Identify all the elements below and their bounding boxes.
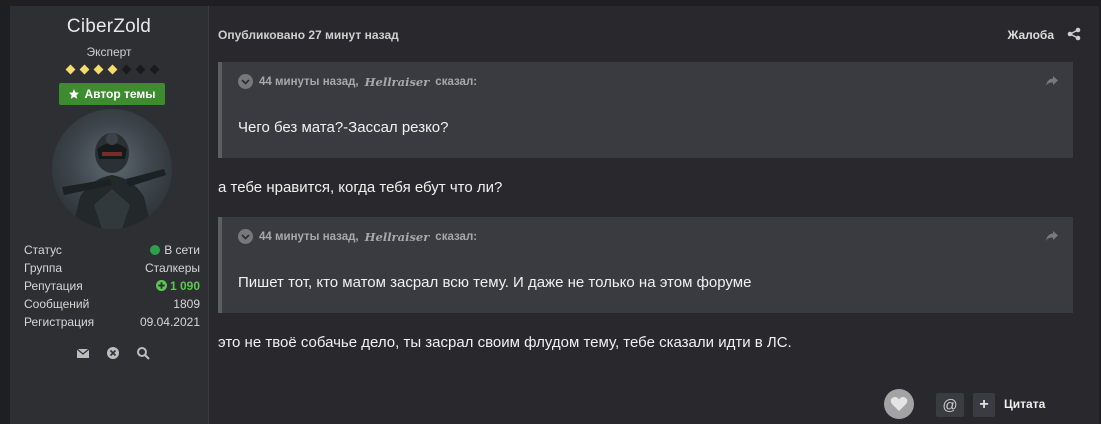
stat-label: Статус	[24, 243, 62, 257]
rank-pip	[107, 64, 118, 75]
multiquote-button[interactable]: +	[973, 393, 995, 417]
quote-share-icon[interactable]	[1045, 229, 1059, 241]
report-link[interactable]: Жалоба	[1007, 28, 1054, 42]
stat-registered: Регистрация 09.04.2021	[24, 313, 200, 331]
rank-pip	[93, 64, 104, 75]
topic-author-badge: Автор темы	[59, 83, 165, 105]
quote-text: Чего без мата?-Зассал резко?	[238, 119, 449, 136]
author-panel: CiberZold Эксперт Автор темы Статус В се…	[10, 6, 209, 424]
stat-posts: Сообщений 1809	[24, 295, 200, 313]
quote-share-icon[interactable]	[1045, 74, 1059, 86]
quote-block: 44 минуты назад, Hellraiser сказал: Чего…	[218, 62, 1073, 158]
quote-author[interactable]: Hellraiser	[365, 75, 430, 89]
reply-text: это не твоё собачье дело, ты засрал свои…	[218, 334, 792, 351]
author-actions	[74, 346, 154, 362]
stat-label: Репутация	[24, 279, 83, 293]
stat-group: Группа Сталкеры	[24, 259, 200, 277]
rank-pips	[65, 64, 165, 76]
quote-button[interactable]: Цитата	[1004, 397, 1045, 411]
online-dot-icon	[150, 245, 161, 255]
like-button[interactable]	[884, 389, 914, 419]
plus-circle-icon	[155, 280, 167, 291]
stat-label: Группа	[24, 261, 63, 275]
avatar[interactable]	[52, 109, 172, 229]
star-icon	[69, 89, 80, 99]
stat-label: Сообщений	[24, 297, 90, 311]
rank-pip	[79, 64, 90, 75]
mention-button[interactable]: @	[936, 393, 964, 417]
quote-said: сказал:	[435, 230, 478, 243]
block-icon[interactable]	[106, 346, 122, 362]
post-content: Опубликовано 27 минут назад Жалоба 44 ми…	[209, 6, 1099, 424]
author-rank: Эксперт	[86, 45, 132, 59]
quote-time: 44 минуты назад,	[259, 230, 359, 243]
stat-value: 09.04.2021	[139, 315, 200, 329]
forum-post: CiberZold Эксперт Автор темы Статус В се…	[10, 6, 1099, 424]
badge-label: Автор темы	[84, 87, 156, 101]
quote-header[interactable]: 44 минуты назад, Hellraiser сказал:	[238, 229, 477, 244]
quote-block: 44 минуты назад, Hellraiser сказал: Пише…	[218, 217, 1073, 313]
stat-label: Регистрация	[24, 315, 95, 329]
quote-author[interactable]: Hellraiser	[365, 230, 430, 244]
quote-header[interactable]: 44 минуты назад, Hellraiser сказал:	[238, 74, 477, 89]
search-icon[interactable]	[136, 346, 152, 362]
quote-time: 44 минуты назад,	[259, 75, 359, 88]
stat-reputation: Репутация 1 090	[24, 277, 200, 295]
author-name[interactable]: CiberZold	[10, 16, 208, 38]
reply-text: а тебе нравится, когда тебя ебут что ли?	[218, 179, 503, 196]
stat-status: Статус В сети	[24, 241, 200, 259]
author-stats: Статус В сети Группа Сталкеры Репутация …	[24, 241, 200, 331]
rank-pip	[149, 64, 160, 75]
stat-value: 1 090	[169, 279, 200, 293]
quote-text: Пишет тот, кто матом засрал всю тему. И …	[238, 274, 752, 291]
envelope-icon[interactable]	[76, 346, 92, 362]
rank-pip	[135, 64, 146, 75]
rank-pip	[65, 64, 76, 75]
share-icon[interactable]	[1067, 27, 1081, 41]
quote-said: сказал:	[435, 75, 478, 88]
chevron-down-icon[interactable]	[238, 74, 253, 89]
post-timestamp[interactable]: Опубликовано 27 минут назад	[218, 28, 399, 42]
chevron-down-icon[interactable]	[238, 229, 253, 244]
rank-pip	[121, 64, 132, 75]
stat-value: В сети	[164, 243, 200, 257]
stat-value: Сталкеры	[144, 261, 200, 275]
soldier-avatar-image	[62, 133, 166, 229]
heart-icon	[890, 397, 908, 411]
stat-value: 1809	[173, 297, 200, 311]
